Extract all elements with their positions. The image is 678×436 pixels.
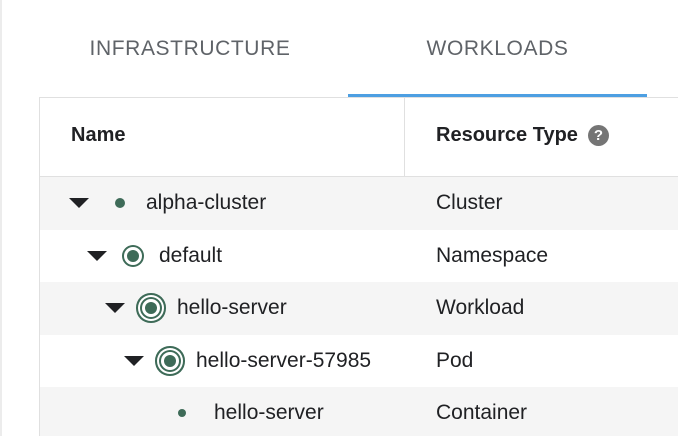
column-header-name[interactable]: Name bbox=[71, 98, 125, 172]
resource-type-cell: Container bbox=[436, 401, 528, 425]
expand-caret-icon[interactable] bbox=[69, 198, 89, 209]
resource-name[interactable]: hello-server bbox=[177, 296, 287, 320]
resource-name[interactable]: default bbox=[159, 244, 222, 268]
resource-table: Name Resource Type ? alpha-cluster Clust… bbox=[39, 97, 678, 436]
resource-type-cell: Workload bbox=[436, 296, 525, 320]
column-header-name-label: Name bbox=[71, 123, 126, 146]
expand-caret-icon[interactable] bbox=[124, 355, 144, 366]
table-row-pod[interactable]: hello-server-57985 Pod bbox=[40, 335, 678, 388]
name-cell: alpha-cluster bbox=[69, 177, 266, 230]
column-header-resource-type[interactable]: Resource Type ? bbox=[436, 98, 609, 172]
name-cell: hello-server-57985 bbox=[124, 335, 392, 388]
resource-name[interactable]: alpha-cluster bbox=[146, 191, 266, 215]
resource-type-cell: Namespace bbox=[436, 243, 549, 267]
status-double-ring-icon bbox=[164, 354, 176, 367]
resource-type-cell: Cluster bbox=[436, 191, 503, 215]
name-cell: hello-server bbox=[105, 282, 287, 335]
workloads-page: INFRASTRUCTURE WORKLOADS Name Resource T… bbox=[0, 0, 678, 436]
tab-bar: INFRASTRUCTURE WORKLOADS bbox=[0, 0, 678, 97]
table-body: alpha-cluster Cluster default Namespace bbox=[40, 177, 678, 436]
resource-name[interactable]: hello-server bbox=[214, 401, 324, 425]
resource-name[interactable]: hello-server-57985 bbox=[196, 349, 392, 373]
name-cell: hello-server bbox=[178, 387, 324, 436]
expand-caret-icon[interactable] bbox=[87, 250, 107, 261]
expand-caret-icon[interactable] bbox=[105, 303, 125, 314]
tab-workloads[interactable]: WORKLOADS bbox=[348, 0, 647, 97]
status-dot-icon bbox=[178, 409, 186, 418]
help-icon[interactable]: ? bbox=[587, 124, 609, 146]
tab-infrastructure[interactable]: INFRASTRUCTURE bbox=[60, 0, 320, 97]
column-divider[interactable] bbox=[404, 98, 405, 176]
resource-type-cell: Pod bbox=[436, 348, 474, 372]
table-row-cluster[interactable]: alpha-cluster Cluster bbox=[40, 177, 678, 230]
status-ring-icon bbox=[127, 249, 139, 262]
table-row-container[interactable]: hello-server Container bbox=[40, 387, 678, 436]
column-header-resource-type-label: Resource Type bbox=[436, 123, 578, 146]
status-double-ring-icon bbox=[145, 302, 157, 315]
status-dot-icon bbox=[115, 198, 125, 209]
table-row-namespace[interactable]: default Namespace bbox=[40, 230, 678, 283]
name-cell: default bbox=[87, 230, 222, 283]
table-row-workload[interactable]: hello-server Workload bbox=[40, 282, 678, 335]
table-header: Name Resource Type ? bbox=[40, 98, 678, 177]
